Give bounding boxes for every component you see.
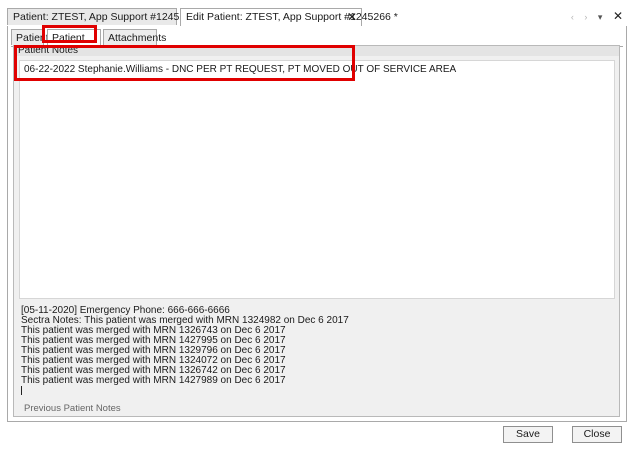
window-controls: ‹ › ▾ ✕	[571, 8, 623, 25]
tab-edit-patient-label: Edit Patient: ZTEST, App Support #124526…	[186, 11, 398, 23]
tab-patient[interactable]: Patient	[11, 29, 49, 45]
previous-notes-text[interactable]: [05-11-2020] Emergency Phone: 666-666-66…	[19, 302, 615, 398]
patient-notes-header: Patient Notes	[14, 46, 619, 56]
edit-patient-window: Patient: ZTEST, App Support #1245266 (45…	[0, 0, 633, 452]
editor-frame: Patient Patient Notes Attachments Patien…	[7, 26, 627, 422]
patient-notes-textarea[interactable]: 06-22-2022 Stephanie.Williams - DNC PER …	[19, 60, 615, 299]
tab-menu-icon[interactable]: ▾	[598, 9, 607, 26]
save-button[interactable]: Save	[503, 426, 553, 443]
tab-patient-view[interactable]: Patient: ZTEST, App Support #1245266 (45…	[7, 8, 218, 25]
previous-note-line: This patient was merged with MRN 1427989…	[21, 375, 286, 386]
patient-notes-panel: Patient Notes 06-22-2022 Stephanie.Willi…	[13, 45, 620, 417]
tab-attachments[interactable]: Attachments	[103, 29, 166, 45]
previous-notes-label: Previous Patient Notes	[24, 403, 121, 414]
next-tab-icon[interactable]: ›	[584, 9, 591, 26]
current-note: 06-22-2022 Stephanie.Williams - DNC PER …	[24, 64, 457, 75]
document-tab-bar: Patient: ZTEST, App Support #1245266 (45…	[7, 8, 627, 27]
text-caret	[21, 386, 22, 395]
tab-edit-patient[interactable]: Edit Patient: ZTEST, App Support #124526…	[180, 8, 398, 27]
close-tab-icon[interactable]: ✕	[347, 9, 357, 26]
previous-tab-icon[interactable]: ‹	[571, 9, 578, 26]
close-button[interactable]: Close	[572, 426, 622, 443]
tab-patient-notes[interactable]: Patient Notes	[47, 29, 101, 60]
close-window-icon[interactable]: ✕	[613, 8, 623, 25]
